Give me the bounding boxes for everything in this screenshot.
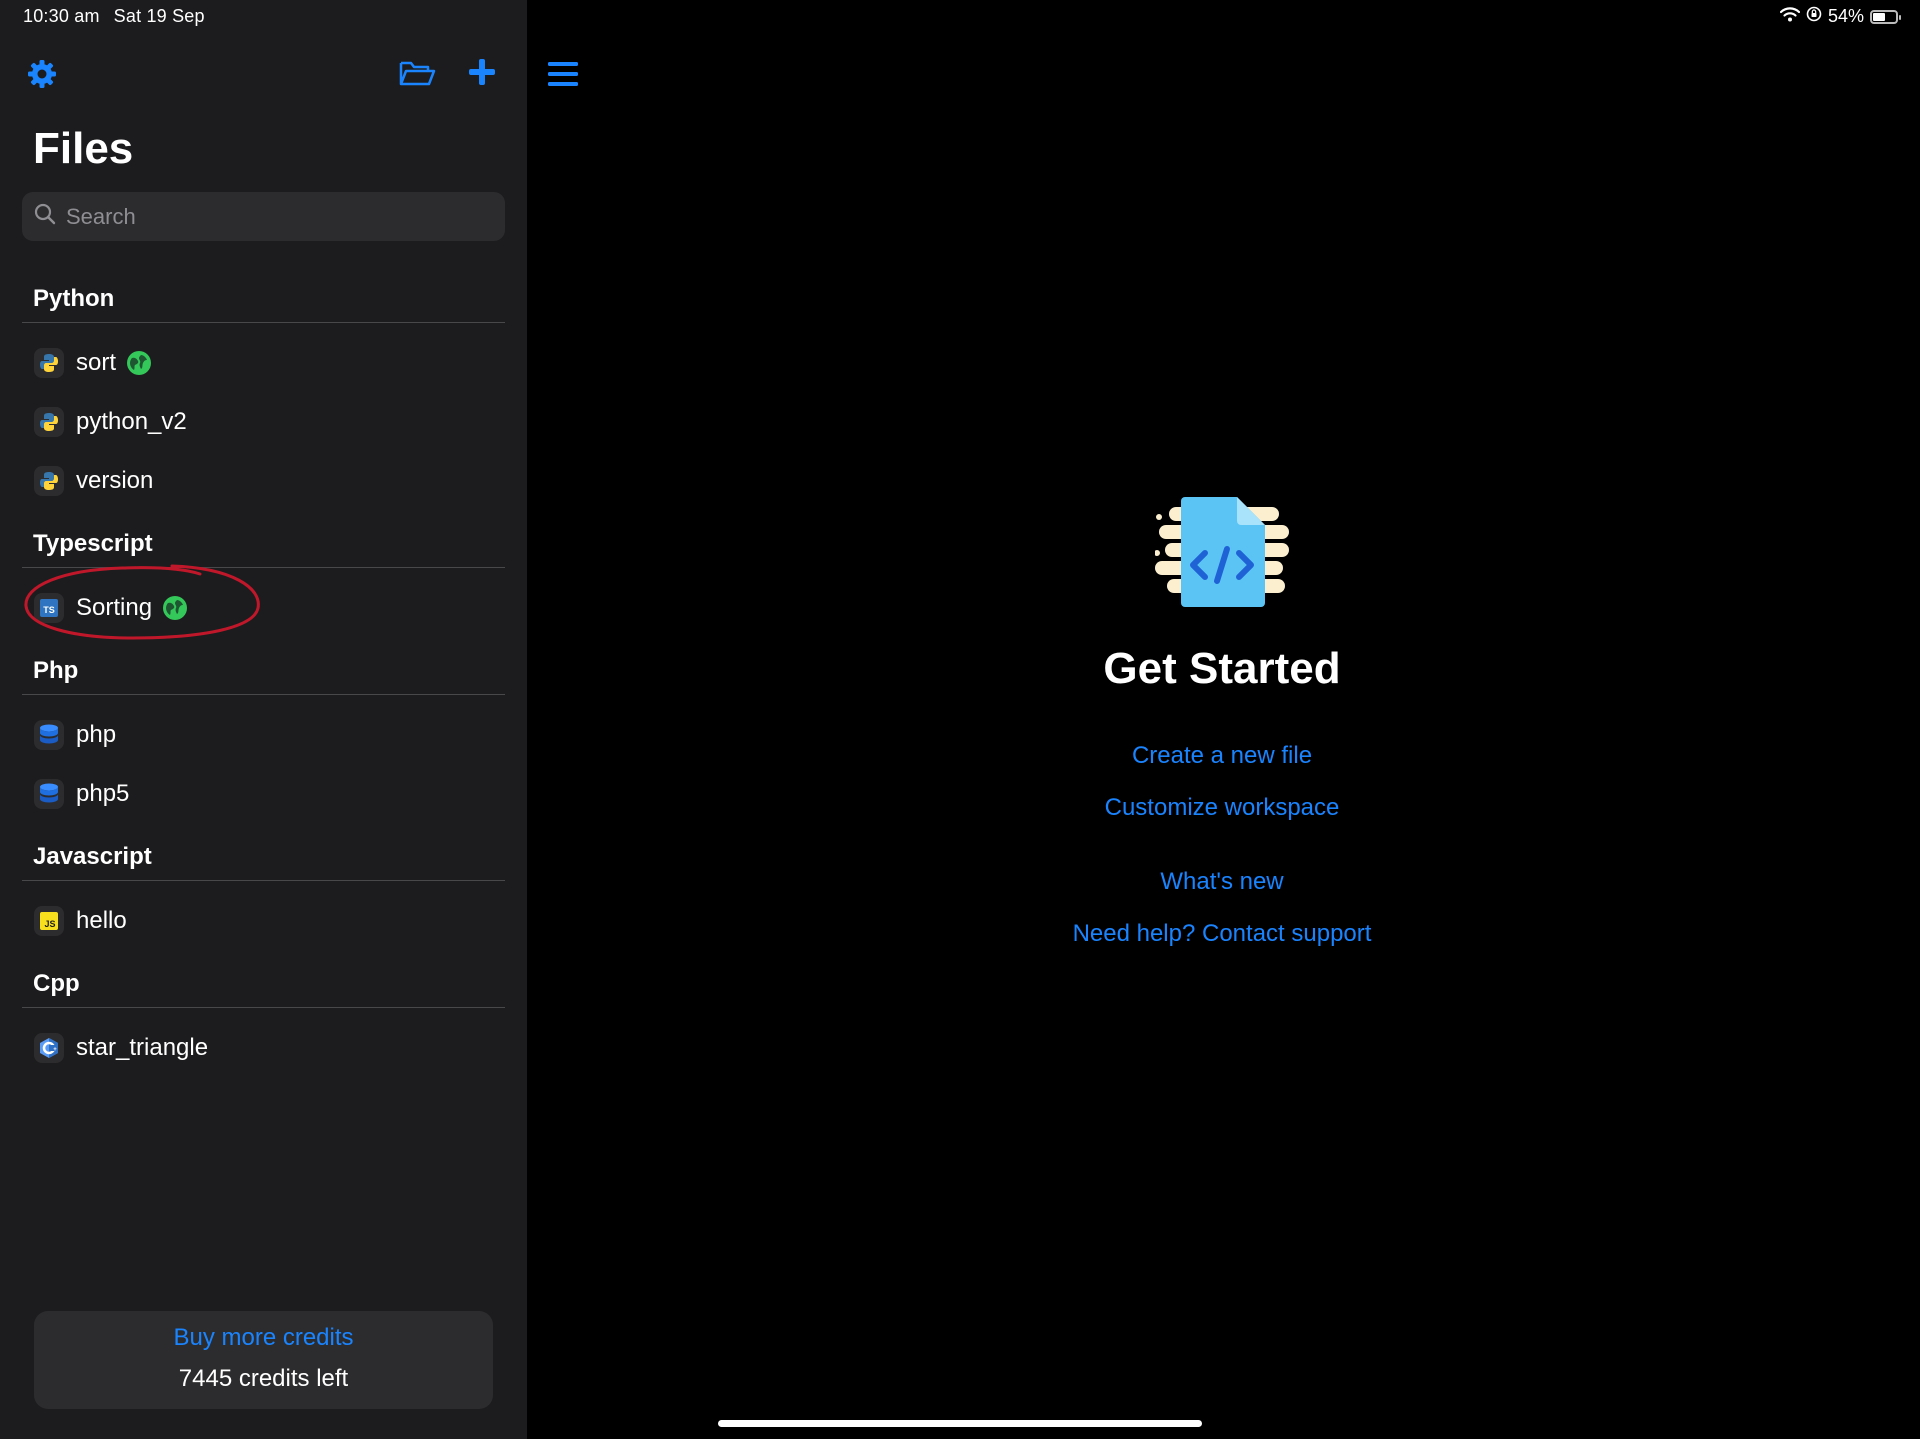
create-new-file-link[interactable]: Create a new file (972, 742, 1472, 770)
svg-text:+: + (53, 1047, 57, 1053)
section-header-php: Php (33, 657, 79, 684)
file-label: Sorting (76, 594, 153, 621)
php-database-icon (34, 779, 64, 809)
file-label: hello (76, 907, 127, 934)
svg-text:TS: TS (43, 605, 55, 615)
settings-gear-icon[interactable] (26, 58, 58, 95)
file-item-version[interactable]: version (22, 453, 505, 509)
search-bar[interactable] (22, 192, 505, 241)
battery-icon (1870, 9, 1901, 24)
file-item-star-triangle[interactable]: + star_triangle (22, 1020, 505, 1076)
open-folder-icon[interactable] (398, 58, 436, 93)
file-label: php5 (76, 780, 130, 807)
file-item-php[interactable]: php (22, 707, 505, 763)
javascript-icon: JS (34, 906, 64, 936)
section-divider (22, 322, 505, 323)
shared-globe-icon (162, 595, 188, 621)
python-icon (34, 466, 64, 496)
file-label: sort (76, 349, 117, 376)
status-time: 10:30 am (23, 6, 100, 26)
customize-workspace-link[interactable]: Customize workspace (972, 794, 1472, 822)
get-started-heading: Get Started (1103, 644, 1341, 693)
battery-percent: 54% (1827, 6, 1864, 26)
status-date: Sat 19 Sep (113, 6, 205, 26)
file-item-hello[interactable]: JS hello (22, 893, 505, 949)
sidebar: 10:30 am Sat 19 Sep Files Search Python … (0, 0, 527, 1439)
python-icon (34, 348, 64, 378)
status-bar-right: 54% (1779, 6, 1901, 27)
file-label: version (76, 467, 154, 494)
code-file-illustration-icon (1154, 495, 1291, 614)
credits-remaining: 7445 credits left (178, 1365, 349, 1392)
search-icon (34, 203, 56, 230)
python-icon (34, 407, 64, 437)
whats-new-link[interactable]: What's new (972, 868, 1472, 896)
home-indicator[interactable] (718, 1420, 1202, 1427)
file-label: python_v2 (76, 408, 187, 435)
sidebar-toggle-menu-icon[interactable] (548, 60, 578, 93)
typescript-icon: TS (34, 593, 64, 623)
file-item-sort[interactable]: sort (22, 335, 505, 391)
section-divider (22, 1007, 505, 1008)
svg-text:JS: JS (44, 919, 55, 929)
file-label: star_triangle (76, 1034, 209, 1061)
php-database-icon (34, 720, 64, 750)
buy-more-credits-link[interactable]: Buy more credits (34, 1324, 493, 1352)
file-item-python-v2[interactable]: python_v2 (22, 394, 505, 450)
cpp-icon: + (34, 1033, 64, 1063)
file-item-sorting[interactable]: TS Sorting (22, 580, 505, 636)
file-item-php5[interactable]: php5 (22, 766, 505, 822)
wifi-icon (1779, 6, 1801, 27)
section-header-cpp: Cpp (33, 970, 80, 997)
orientation-lock-icon (1806, 6, 1822, 27)
section-header-python: Python (33, 285, 115, 312)
status-bar-left: 10:30 am Sat 19 Sep (23, 6, 205, 27)
section-header-typescript: Typescript (33, 530, 153, 557)
shared-globe-icon (126, 350, 152, 376)
main-area (527, 0, 1920, 1439)
search-input[interactable] (64, 202, 468, 231)
section-divider (22, 567, 505, 568)
credits-panel: Buy more credits 7445 credits left (34, 1311, 493, 1409)
section-divider (22, 694, 505, 695)
contact-support-link[interactable]: Need help? Contact support (972, 920, 1472, 948)
add-file-plus-icon[interactable] (468, 58, 496, 91)
files-title: Files (33, 124, 134, 173)
section-header-javascript: Javascript (33, 843, 152, 870)
file-label: php (76, 721, 117, 748)
section-divider (22, 880, 505, 881)
